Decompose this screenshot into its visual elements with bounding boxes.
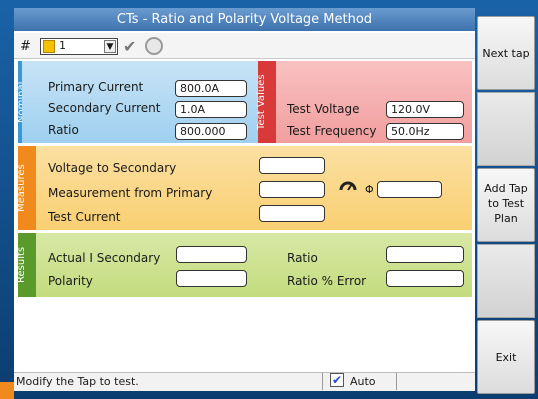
gauge-icon	[339, 181, 357, 191]
measures-tab: Measures	[16, 164, 27, 212]
tap-folder-icon	[43, 40, 55, 53]
test-voltage-field[interactable]: 120.0V	[386, 101, 464, 118]
test-frequency-field[interactable]: 50.0Hz	[386, 123, 464, 140]
add-tap-label-1: Add Tap	[484, 182, 528, 195]
window-title: CTs - Ratio and Polarity Voltage Method	[14, 8, 475, 31]
test-values-tab: Test Values	[256, 74, 267, 130]
auto-label: Auto	[350, 375, 376, 388]
exit-button[interactable]: Exit	[477, 320, 535, 394]
empty-button-slot-2	[477, 244, 535, 318]
test-current-label: Test Current	[48, 210, 121, 224]
voltage-to-secondary-label: Voltage to Secondary	[48, 161, 177, 175]
phi-label: Φ	[365, 183, 374, 196]
results-tab: Results	[16, 246, 27, 284]
secondary-current-label: Secondary Current	[48, 101, 161, 115]
ratio-label: Ratio	[48, 123, 79, 137]
status-separator-1	[322, 373, 323, 390]
next-tap-button[interactable]: Next tap	[477, 16, 535, 90]
measurement-from-primary-field[interactable]	[259, 181, 325, 198]
phase-angle-field[interactable]	[377, 181, 442, 198]
primary-current-field[interactable]: 800.0A	[175, 80, 247, 97]
measurement-from-primary-label: Measurement from Primary	[48, 186, 213, 200]
secondary-current-field[interactable]: 1.0A	[175, 101, 247, 118]
add-tap-label-3: Plan	[494, 212, 518, 225]
polarity-field[interactable]	[176, 270, 247, 287]
ratio-error-label: Ratio % Error	[287, 274, 367, 288]
checkmark-icon[interactable]: ✔	[123, 37, 136, 56]
orange-marker	[0, 382, 14, 399]
status-message: Modify the Tap to test.	[16, 375, 139, 388]
test-current-field[interactable]	[259, 205, 325, 222]
test-frequency-label: Test Frequency	[287, 124, 377, 138]
tap-number: 1	[59, 39, 66, 52]
chevron-down-icon[interactable]: ▼	[104, 40, 116, 53]
empty-button-slot-1	[477, 92, 535, 166]
circle-icon[interactable]	[145, 37, 163, 55]
actual-i-secondary-field[interactable]	[176, 246, 247, 263]
results-section	[36, 233, 472, 297]
polarity-label: Polarity	[48, 274, 93, 288]
results-ratio-field[interactable]	[386, 246, 464, 263]
hash-label: #	[20, 39, 31, 54]
voltage-to-secondary-field[interactable]	[259, 157, 325, 174]
add-tap-label-2: to Test	[487, 197, 525, 210]
auto-checkbox[interactable]: ✔	[330, 373, 344, 387]
actual-i-secondary-label: Actual I Secondary	[48, 251, 161, 265]
test-voltage-label: Test Voltage	[287, 102, 360, 116]
ratio-field[interactable]: 800.000	[175, 123, 247, 140]
ratio-error-field[interactable]	[386, 270, 464, 287]
add-tap-button[interactable]: Add Tap to Test Plan	[477, 168, 535, 242]
results-ratio-label: Ratio	[287, 251, 318, 265]
primary-current-label: Primary Current	[48, 80, 144, 94]
status-separator-2	[396, 373, 397, 390]
